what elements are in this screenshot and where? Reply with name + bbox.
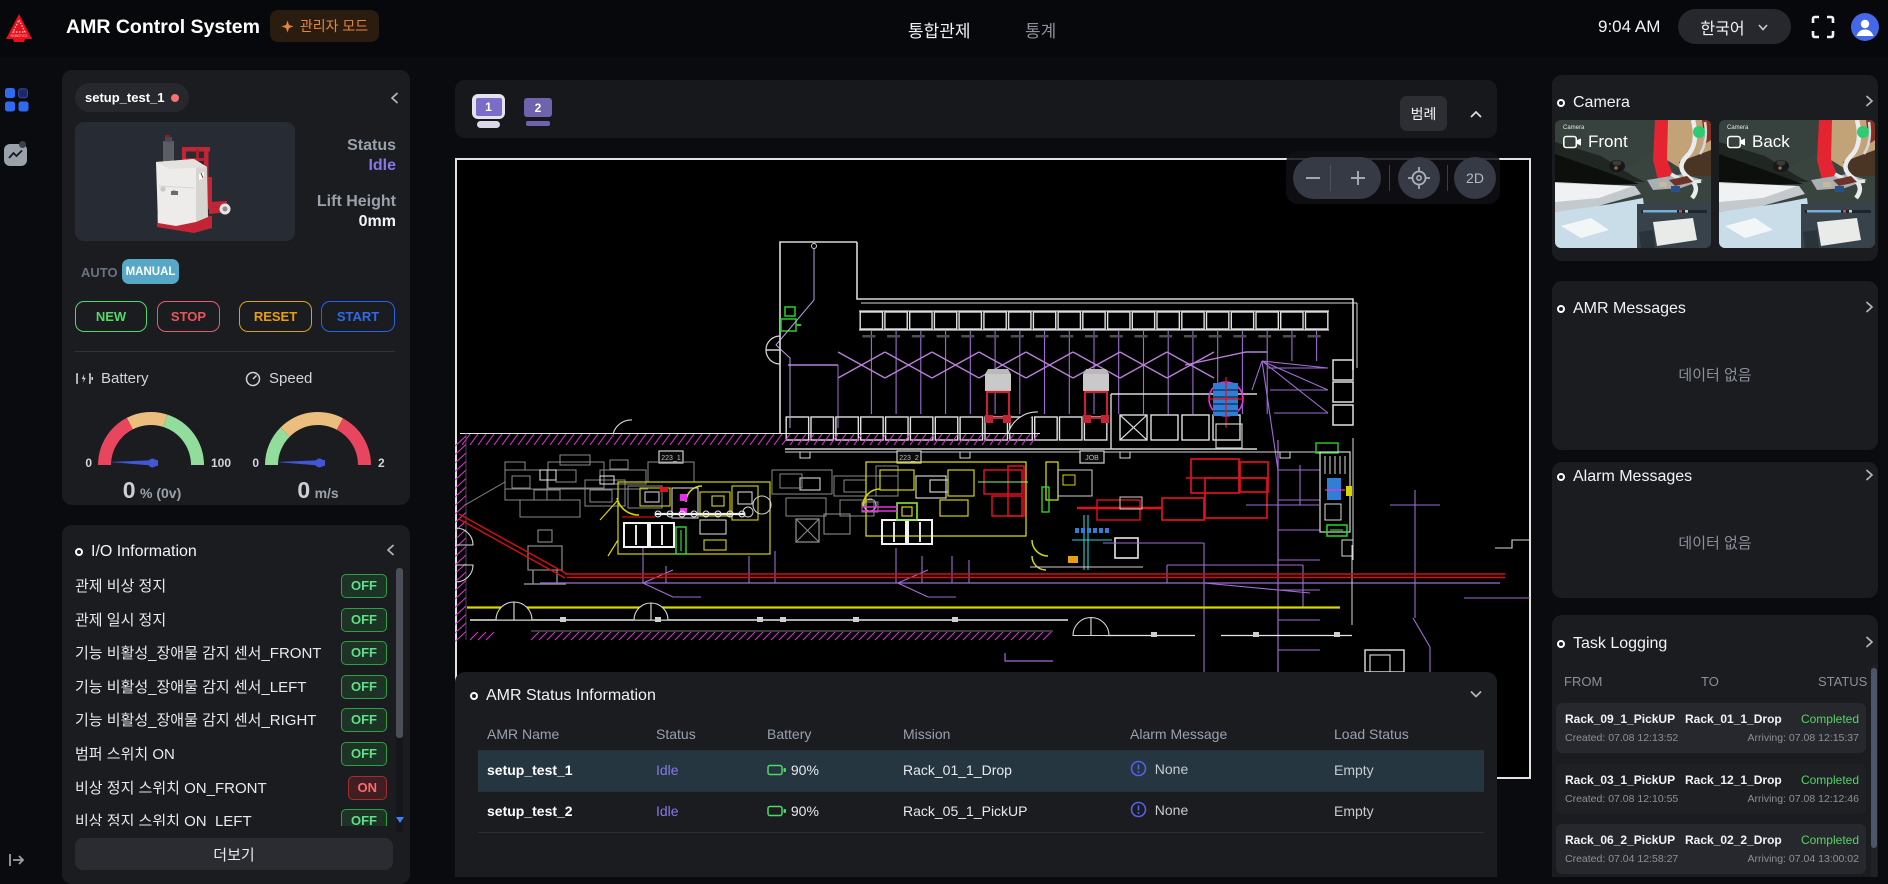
svg-text:JOB: JOB — [1085, 455, 1099, 462]
svg-text:223_2: 223_2 — [899, 455, 919, 462]
svg-text:ROBOTICS: ROBOTICS — [11, 34, 28, 38]
svg-text:223_1: 223_1 — [661, 455, 681, 462]
